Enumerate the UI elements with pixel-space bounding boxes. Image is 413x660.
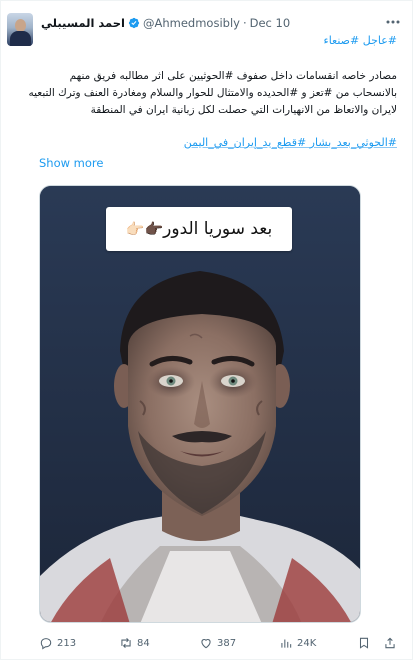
image-caption-box: بعد سوريا الدور 👉🏿👉🏻 bbox=[106, 207, 292, 251]
repost-count: 84 bbox=[137, 637, 150, 649]
views-count: 24K bbox=[297, 637, 317, 649]
tweet-text-line-2: بالانسحاب من #تعز و #الحديده والامتثال ل… bbox=[28, 87, 397, 99]
tweet-text-line-1: مصادر خاصه انقسامات داخل صفوف #الحوثيين … bbox=[69, 70, 397, 82]
tweet-text: مصادر خاصه انقسامات داخل صفوف #الحوثيين … bbox=[27, 68, 397, 119]
reply-button[interactable]: 213 bbox=[39, 634, 76, 652]
tweet-header: احمد المسيبلي @Ahmedmosibly · Dec 10 bbox=[41, 15, 290, 31]
tweet-actions-bar: 213 84 387 24K bbox=[39, 634, 399, 652]
views-chart-icon bbox=[281, 639, 292, 648]
more-dots-icon[interactable] bbox=[384, 15, 402, 29]
tweet-text-line-3: لايران والاتعاظ من الانهيارات التي حصلت … bbox=[90, 104, 397, 116]
like-count: 387 bbox=[217, 637, 237, 649]
tweet-card: احمد المسيبلي @Ahmedmosibly · Dec 10 #عا… bbox=[0, 0, 413, 660]
share-button[interactable] bbox=[383, 634, 397, 652]
header-separator: · bbox=[242, 16, 247, 30]
show-more-link[interactable]: Show more bbox=[39, 156, 103, 170]
tweet-date[interactable]: Dec 10 bbox=[250, 16, 291, 30]
tweet-tags-line[interactable]: #عاجل #صنعاء bbox=[324, 34, 397, 47]
verified-badge-icon bbox=[128, 17, 140, 29]
avatar-body bbox=[10, 31, 31, 46]
author-handle[interactable]: @Ahmedmosibly bbox=[143, 16, 240, 30]
author-display-name[interactable]: احمد المسيبلي bbox=[41, 16, 125, 30]
image-caption-text: بعد سوريا الدور bbox=[163, 219, 273, 239]
repost-icon bbox=[121, 637, 131, 649]
reply-icon bbox=[40, 638, 52, 650]
views-button[interactable]: 24K bbox=[279, 634, 316, 652]
like-button[interactable]: 387 bbox=[199, 634, 236, 652]
avatar[interactable] bbox=[7, 13, 33, 46]
bookmark-button[interactable] bbox=[357, 634, 371, 652]
heart-icon bbox=[201, 639, 211, 649]
repost-button[interactable]: 84 bbox=[119, 634, 150, 652]
share-icon bbox=[385, 637, 395, 649]
tweet-media-image[interactable]: بعد سوريا الدور 👉🏿👉🏻 bbox=[39, 185, 361, 623]
portrait-illustration bbox=[40, 186, 360, 622]
pointing-hands-emoji: 👉🏿👉🏻 bbox=[125, 220, 164, 238]
bookmark-icon bbox=[359, 637, 369, 649]
reply-count: 213 bbox=[57, 637, 77, 649]
tweet-hashtags[interactable]: #الحوثي_بعد_بشار #قطع_يد_إيران_في_اليمن bbox=[184, 136, 397, 149]
